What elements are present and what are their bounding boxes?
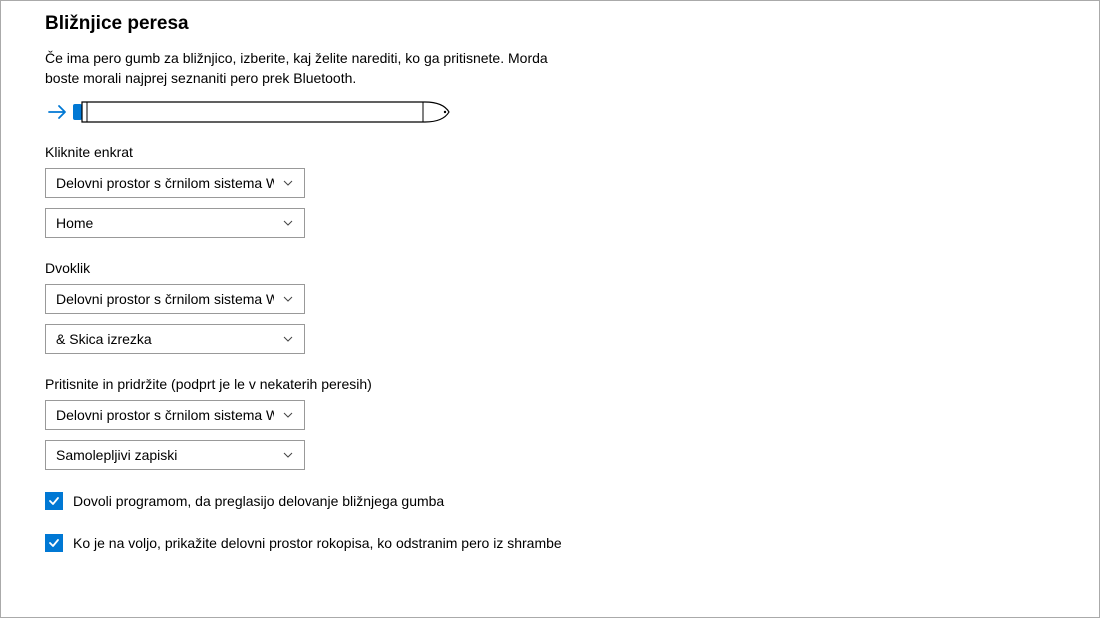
select-value: Home xyxy=(56,215,93,231)
select-value: Delovni prostor s črnilom sistema Window… xyxy=(56,175,274,191)
page-title: Bližnjice peresa xyxy=(45,13,1099,35)
check-icon xyxy=(47,536,61,550)
chevron-down-icon xyxy=(282,333,294,345)
select-value: Samolepljivi zapiski xyxy=(56,447,177,463)
chevron-down-icon xyxy=(282,293,294,305)
allow-override-label: Dovoli programom, da preglasijo delovanj… xyxy=(73,492,444,512)
show-workspace-label: Ko je na voljo, prikažite delovni prosto… xyxy=(73,534,562,554)
click-once-primary-select[interactable]: Delovni prostor s črnilom sistema Window… xyxy=(45,168,305,198)
chevron-down-icon xyxy=(282,177,294,189)
click-once-label: Kliknite enkrat xyxy=(45,144,1099,160)
pen-illustration-icon xyxy=(45,98,450,126)
click-once-secondary-select[interactable]: Home xyxy=(45,208,305,238)
check-icon xyxy=(47,494,61,508)
select-value: & Skica izrezka xyxy=(56,331,152,347)
chevron-down-icon xyxy=(282,217,294,229)
chevron-down-icon xyxy=(282,449,294,461)
press-hold-primary-select[interactable]: Delovni prostor s črnilom sistema Window… xyxy=(45,400,305,430)
press-hold-label: Pritisnite in pridržite (podprt je le v … xyxy=(45,376,1099,392)
select-value: Delovni prostor s črnilom sistema Window… xyxy=(56,407,274,423)
show-workspace-checkbox[interactable] xyxy=(45,534,63,552)
page-description: Če ima pero gumb za bližnjico, izberite,… xyxy=(45,49,555,88)
press-hold-secondary-select[interactable]: Samolepljivi zapiski xyxy=(45,440,305,470)
allow-override-row: Dovoli programom, da preglasijo delovanj… xyxy=(45,492,1099,512)
select-value: Delovni prostor s črnilom sistema Window… xyxy=(56,291,274,307)
allow-override-checkbox[interactable] xyxy=(45,492,63,510)
show-workspace-row: Ko je na voljo, prikažite delovni prosto… xyxy=(45,534,1099,554)
press-hold-section: Pritisnite in pridržite (podprt je le v … xyxy=(45,376,1099,470)
click-once-section: Kliknite enkrat Delovni prostor s črnilo… xyxy=(45,144,1099,238)
chevron-down-icon xyxy=(282,409,294,421)
double-click-secondary-select[interactable]: & Skica izrezka xyxy=(45,324,305,354)
double-click-primary-select[interactable]: Delovni prostor s črnilom sistema Window… xyxy=(45,284,305,314)
double-click-section: Dvoklik Delovni prostor s črnilom sistem… xyxy=(45,260,1099,354)
double-click-label: Dvoklik xyxy=(45,260,1099,276)
